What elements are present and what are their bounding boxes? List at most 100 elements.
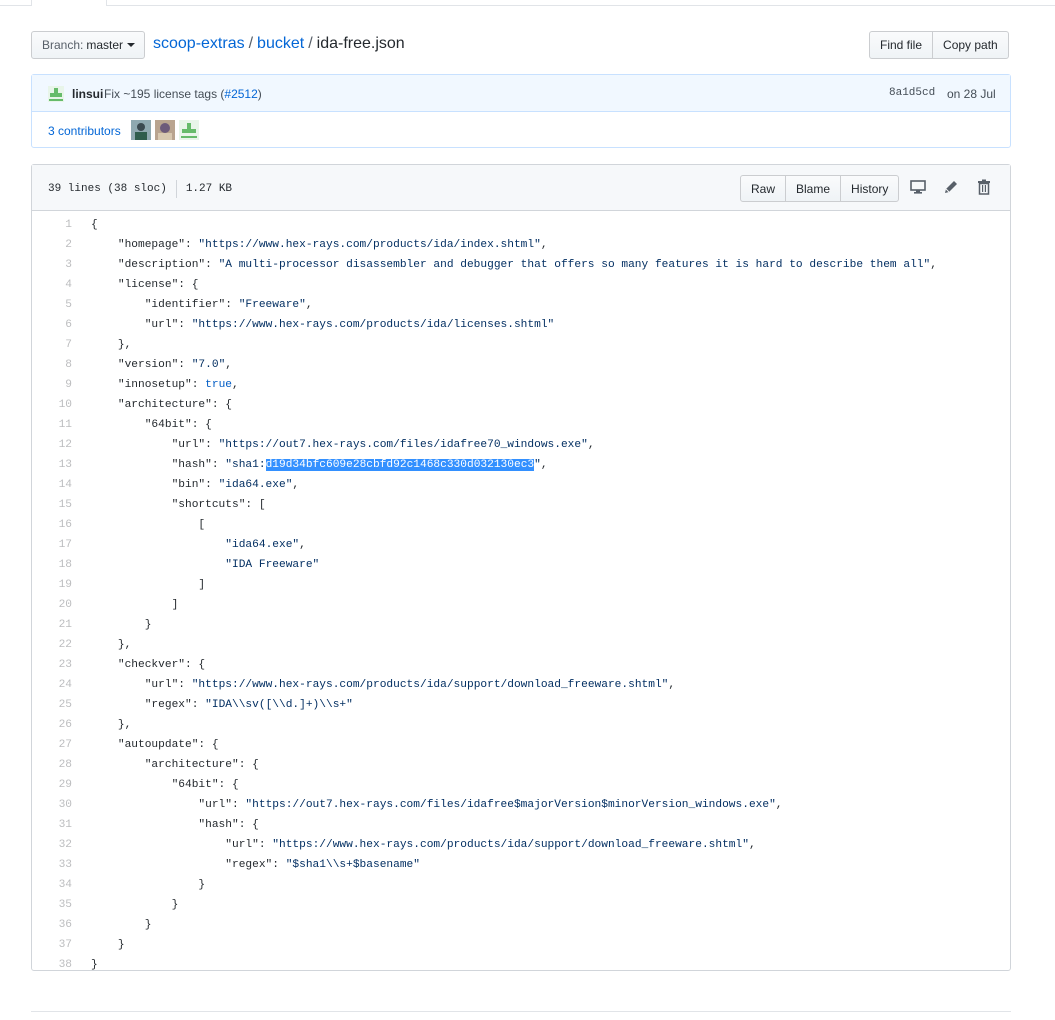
line-number[interactable]: 1 [32,215,72,235]
commit-author[interactable]: linsui [72,87,103,101]
line-content[interactable]: }, [72,335,131,355]
line-number[interactable]: 26 [32,715,72,735]
line-number[interactable]: 18 [32,555,72,575]
contributor-avatar[interactable] [155,120,175,140]
line-content[interactable]: { [72,215,98,235]
line-number[interactable]: 32 [32,835,72,855]
line-content[interactable]: "64bit": { [72,775,239,795]
line-content[interactable]: "url": "https://out7.hex-rays.com/files/… [72,435,595,455]
tab-code[interactable] [31,0,107,6]
line-number[interactable]: 13 [32,455,72,475]
line-content[interactable]: "IDA Freeware" [72,555,319,575]
commit-sha[interactable]: 8a1d5cd [889,87,935,99]
trash-icon[interactable] [975,178,993,196]
line-content[interactable]: "homepage": "https://www.hex-rays.com/pr… [72,235,548,255]
line-number[interactable]: 24 [32,675,72,695]
line-number[interactable]: 33 [32,855,72,875]
text-selection[interactable]: d19d34bfc609e28cbfd92c1468c330d032130ec3 [265,459,535,471]
line-content[interactable]: "ida64.exe", [72,535,306,555]
line-content[interactable]: }, [72,715,131,735]
line-content[interactable]: "url": "https://www.hex-rays.com/product… [72,315,555,335]
branch-select-button[interactable]: Branch: master [31,31,145,59]
commit-message-text[interactable]: Fix ~195 license tags ( [104,87,224,101]
line-content[interactable]: [ [72,515,205,535]
line-number[interactable]: 9 [32,375,72,395]
line-content[interactable]: "64bit": { [72,415,212,435]
contributors-link[interactable]: 3 contributors [48,124,121,138]
line-number[interactable]: 30 [32,795,72,815]
line-number[interactable]: 27 [32,735,72,755]
line-number[interactable]: 35 [32,895,72,915]
line-content[interactable]: } [72,935,125,955]
line-content[interactable]: "hash": { [72,815,258,835]
line-content[interactable]: "url": "https://out7.hex-rays.com/files/… [72,795,782,815]
line-content[interactable]: "bin": "ida64.exe", [72,475,300,495]
line-number[interactable]: 12 [32,435,72,455]
line-number[interactable]: 19 [32,575,72,595]
line-content[interactable]: "url": "https://www.hex-rays.com/product… [72,675,675,695]
line-content[interactable]: "autoupdate": { [72,735,219,755]
line-number[interactable]: 20 [32,595,72,615]
blame-button[interactable]: Blame [785,175,842,202]
line-number[interactable]: 37 [32,935,72,955]
line-content[interactable]: ] [72,575,205,595]
line-number[interactable]: 31 [32,815,72,835]
breadcrumb-folder-link[interactable]: bucket [257,35,304,52]
line-number[interactable]: 7 [32,335,72,355]
line-content[interactable]: } [72,915,152,935]
copy-path-button[interactable]: Copy path [932,31,1009,59]
file-line-count: 39 lines (38 sloc) [48,183,167,195]
line-number[interactable]: 5 [32,295,72,315]
line-content[interactable]: ] [72,595,179,615]
desktop-icon[interactable] [909,178,927,196]
line-number[interactable]: 23 [32,655,72,675]
line-number[interactable]: 10 [32,395,72,415]
find-file-button[interactable]: Find file [869,31,934,59]
line-number[interactable]: 15 [32,495,72,515]
line-content[interactable]: "license": { [72,275,199,295]
pencil-icon[interactable] [942,178,960,196]
line-content[interactable]: } [72,875,205,895]
line-content[interactable]: "description": "A multi-processor disass… [72,255,937,275]
line-number[interactable]: 6 [32,315,72,335]
line-content[interactable]: "hash": "sha1:d19d34bfc609e28cbfd92c1468… [72,455,548,475]
line-number[interactable]: 14 [32,475,72,495]
line-number[interactable]: 21 [32,615,72,635]
line-content[interactable]: } [72,615,152,635]
line-number[interactable]: 36 [32,915,72,935]
line-number[interactable]: 2 [32,235,72,255]
line-number[interactable]: 25 [32,695,72,715]
line-number[interactable]: 3 [32,255,72,275]
breadcrumb-repo-link[interactable]: scoop-extras [153,35,245,52]
line-number[interactable]: 29 [32,775,72,795]
line-number[interactable]: 38 [32,955,72,975]
line-content[interactable]: "checkver": { [72,655,205,675]
line-content[interactable]: "version": "7.0", [72,355,232,375]
line-content[interactable]: "architecture": { [72,395,232,415]
author-avatar[interactable] [48,86,64,102]
line-number[interactable]: 22 [32,635,72,655]
line-content[interactable]: "identifier": "Freeware", [72,295,313,315]
line-number[interactable]: 4 [32,275,72,295]
line-content[interactable]: "innosetup": true, [72,375,239,395]
line-content[interactable]: "shortcuts": [ [72,495,266,515]
commit-message[interactable]: Fix ~195 license tags (#2512) [104,87,262,101]
raw-button[interactable]: Raw [740,175,787,202]
line-content[interactable]: } [72,895,179,915]
line-content[interactable]: }, [72,635,131,655]
commit-pr-link[interactable]: #2512 [224,87,257,101]
line-number[interactable]: 8 [32,355,72,375]
line-number[interactable]: 28 [32,755,72,775]
line-content[interactable]: "regex": "$sha1\\s+$basename" [72,855,420,875]
line-number[interactable]: 17 [32,535,72,555]
line-number[interactable]: 34 [32,875,72,895]
line-content[interactable]: "architecture": { [72,755,259,775]
history-button[interactable]: History [840,175,900,202]
line-content[interactable]: "url": "https://www.hex-rays.com/product… [72,835,755,855]
line-number[interactable]: 11 [32,415,72,435]
contributor-avatar[interactable] [179,120,199,140]
line-number[interactable]: 16 [32,515,72,535]
contributor-avatar[interactable] [131,120,151,140]
line-content[interactable]: "regex": "IDA\\sv([\\d.]+)\\s+" [72,695,353,715]
line-content[interactable]: } [72,955,98,975]
